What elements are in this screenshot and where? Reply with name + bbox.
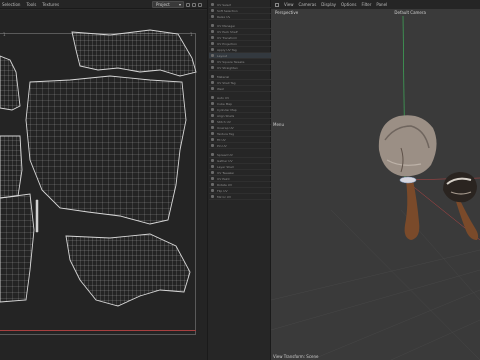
menu-tools[interactable]: Tools (26, 2, 36, 7)
object-icon (211, 3, 214, 6)
menu-options[interactable]: Options (341, 2, 356, 7)
view-transform-status: View Transform: Scene (273, 354, 319, 359)
view-mode-label: Perspective (275, 10, 299, 15)
maximize-icon[interactable] (198, 2, 202, 7)
object-icon (211, 30, 214, 33)
uv-island-thin (35, 199, 39, 233)
object-icon (211, 114, 214, 117)
object-icon (211, 159, 214, 162)
object-icon (211, 9, 214, 12)
viewport-scene (271, 15, 480, 360)
project-dropdown[interactable]: Project ▾ (152, 1, 184, 8)
object-icon (211, 48, 214, 51)
uv-island-bottom (65, 233, 191, 307)
camera-label[interactable]: Default Camera (394, 10, 426, 15)
object-icon (211, 177, 214, 180)
object-list: UV Select Soft Selection Relax UV UV Man… (209, 2, 271, 200)
object-icon (211, 66, 214, 69)
object-icon (211, 183, 214, 186)
object-icon (211, 171, 214, 174)
menu-filter[interactable]: Filter (361, 2, 371, 7)
menu-view[interactable]: View (284, 2, 294, 7)
object-icon (211, 165, 214, 168)
uv-toolbar-icons (186, 1, 206, 8)
viewport-panel[interactable]: View Cameras Display Options Filter Pane… (271, 0, 480, 360)
object-icon (211, 24, 214, 27)
object-icon (211, 102, 214, 105)
viewport-status-bar: View Transform: Scene (271, 353, 480, 360)
mushroom-large (378, 115, 437, 240)
object-icon (211, 195, 214, 198)
uv-island-center (25, 75, 187, 225)
list-item[interactable]: Mirror UV (209, 194, 271, 200)
project-dropdown-value: Project (156, 2, 170, 7)
object-icon (211, 15, 214, 18)
object-icon (211, 120, 214, 123)
object-icon (211, 75, 214, 78)
object-icon (211, 144, 214, 147)
object-icon (211, 42, 214, 45)
uv-island-lower-left (0, 193, 35, 303)
viewport-side-label: Menu (273, 122, 284, 127)
arrow-icon[interactable] (186, 2, 190, 7)
uv-island-strip-left (0, 135, 23, 199)
object-icon (211, 108, 214, 111)
viewport-menubar: View Cameras Display Options Filter Pane… (271, 0, 480, 9)
grid-floor (271, 209, 480, 360)
object-icon (211, 153, 214, 156)
object-manager-panel: UV Select Soft Selection Relax UV UV Man… (207, 0, 271, 360)
mushroom-small (443, 172, 479, 240)
object-icon (211, 81, 214, 84)
object-icon (211, 126, 214, 129)
uv-editor-panel: Selection Tools Textures Project ▾ 1 1 (0, 0, 207, 360)
menu-panel[interactable]: Panel (376, 2, 387, 7)
menu-textures[interactable]: Textures (42, 2, 59, 7)
object-icon (211, 60, 214, 63)
uv-island-left (0, 55, 21, 111)
uv-islands (0, 29, 197, 307)
window-icon[interactable] (275, 2, 279, 7)
object-icon (211, 87, 214, 90)
object-icon (211, 54, 214, 57)
object-icon (211, 36, 214, 39)
chevron-down-icon: ▾ (178, 2, 181, 7)
object-icon (211, 138, 214, 141)
grid-icon[interactable] (192, 2, 196, 7)
menu-selection[interactable]: Selection (2, 2, 20, 7)
object-icon (211, 189, 214, 192)
object-icon (211, 96, 214, 99)
object-icon (211, 132, 214, 135)
uv-island-top (71, 29, 197, 77)
menu-display[interactable]: Display (321, 2, 336, 7)
viewport-info-bar: Perspective Default Camera (271, 9, 480, 16)
menu-cameras[interactable]: Cameras (299, 2, 317, 7)
